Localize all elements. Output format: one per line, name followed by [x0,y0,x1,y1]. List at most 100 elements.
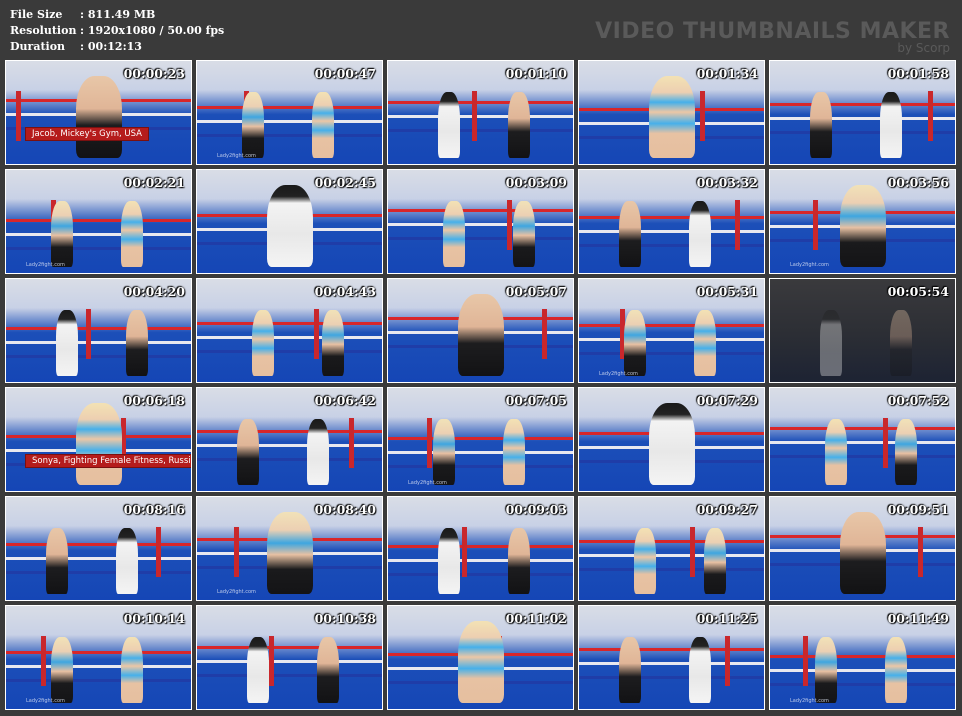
thumbnail[interactable]: 00:10:38 [196,605,383,710]
timestamp: 00:00:23 [123,66,185,81]
ring-rope [6,341,191,344]
thumbnail[interactable]: 00:09:27 [578,496,765,601]
thumbnail[interactable]: 00:07:52 [769,387,956,492]
ring-post [472,91,477,141]
thumbnail[interactable]: 00:07:29 [578,387,765,492]
thumbnail[interactable]: 00:08:16 [5,496,192,601]
site-logo: Lady2fight.com [217,153,256,159]
timestamp: 00:06:18 [123,393,185,408]
person-figure [508,92,530,158]
thumbnail[interactable]: Lady2fight.com 00:07:05 [387,387,574,492]
thumbnail[interactable]: 00:01:58 [769,60,956,165]
ring-post [725,636,730,686]
ring-rope [579,676,764,679]
person-figure [458,621,504,703]
thumbnail[interactable]: 00:09:51 [769,496,956,601]
thumbnail[interactable]: 00:05:54 [769,278,956,383]
thumbnail[interactable]: 00:06:42 [196,387,383,492]
person-figure [252,310,274,376]
ring-post [690,527,695,577]
ring-rope [6,557,191,560]
thumbnail[interactable]: 00:03:32 [578,169,765,274]
ring-post [803,636,808,686]
thumbnail[interactable]: 00:01:10 [387,60,574,165]
ring-rope [197,350,382,353]
person-figure [624,310,646,376]
site-logo: Lady2fight.com [790,262,829,268]
thumbnail[interactable]: Lady2fight.com 00:10:14 [5,605,192,710]
name-caption: Jacob, Mickey's Gym, USA [26,128,148,140]
timestamp: 00:08:40 [314,502,376,517]
thumbnail[interactable]: 00:03:09 [387,169,574,274]
person-figure [51,637,73,703]
ring-post [700,91,705,141]
person-figure [634,528,656,594]
timestamp: 00:07:29 [696,393,758,408]
ring-rope [579,338,764,341]
ring-post [427,418,432,468]
resolution-row: Resolution : 1920x1080 / 50.00 fps [10,23,224,39]
thumbnail[interactable]: Lady2fight.com 00:05:31 [578,278,765,383]
ring-rope [197,458,382,461]
thumbnail[interactable]: 00:05:07 [387,278,574,383]
ring-rope [579,540,764,543]
thumbnail[interactable]: Lady2fight.com 00:00:47 [196,60,383,165]
timestamp: 00:07:05 [505,393,567,408]
person-figure [307,419,329,485]
person-figure [46,528,68,594]
ring-rope [6,233,191,236]
person-figure [694,310,716,376]
ring-rope [579,554,764,557]
timestamp: 00:01:10 [505,66,567,81]
timestamp: 00:11:49 [887,611,949,626]
ring-post [813,200,818,250]
file-size-row: File Size : 811.49 MB [10,7,224,23]
thumbnail[interactable]: 00:09:03 [387,496,574,601]
timestamp: 00:02:21 [123,175,185,190]
ring-rope [770,441,955,444]
thumbnail[interactable]: 00:04:20 [5,278,192,383]
thumbnail[interactable]: 00:11:25 [578,605,765,710]
timestamp: 00:03:32 [696,175,758,190]
ring-rope [388,209,573,212]
site-logo: Lady2fight.com [408,480,447,486]
person-figure [76,403,122,485]
person-figure [237,419,259,485]
person-figure [242,92,264,158]
ring-rope [197,660,382,663]
person-figure [247,637,269,703]
thumbnail[interactable]: Lady2fight.com 00:11:49 [769,605,956,710]
thumbnail[interactable]: 00:02:45 [196,169,383,274]
thumbnail[interactable]: Sonya, Fighting Female Fitness, Russia 00… [5,387,192,492]
person-figure [649,403,695,485]
thumbnail[interactable]: Lady2fight.com 00:03:56 [769,169,956,274]
person-figure [438,528,460,594]
thumbnail[interactable]: Lady2fight.com 00:02:21 [5,169,192,274]
thumbnail[interactable]: 00:01:34 [578,60,765,165]
person-figure [890,310,912,376]
person-figure [895,419,917,485]
person-figure [76,76,122,158]
ring-rope [388,559,573,562]
person-figure [513,201,535,267]
person-figure [704,528,726,594]
ring-rope [197,134,382,137]
thumbnail-grid: Jacob, Mickey's Gym, USA 00:00:23 Lady2fig… [5,60,959,712]
thumbnail[interactable]: Jacob, Mickey's Gym, USA 00:00:23 [5,60,192,165]
ring-rope [579,352,764,355]
person-figure [317,637,339,703]
ring-rope [770,427,955,430]
ring-rope [388,545,573,548]
thumbnail[interactable]: 00:04:43 [196,278,383,383]
timestamp: 00:00:47 [314,66,376,81]
person-figure [820,310,842,376]
person-figure [267,185,313,267]
ring-rope [388,101,573,104]
timestamp: 00:05:07 [505,284,567,299]
ring-rope [388,115,573,118]
site-logo: Lady2fight.com [26,698,65,704]
thumbnail[interactable]: 00:11:02 [387,605,574,710]
thumbnail[interactable]: Lady2fight.com 00:08:40 [196,496,383,601]
ring-rope [197,674,382,677]
file-size-label: File Size [10,8,63,21]
